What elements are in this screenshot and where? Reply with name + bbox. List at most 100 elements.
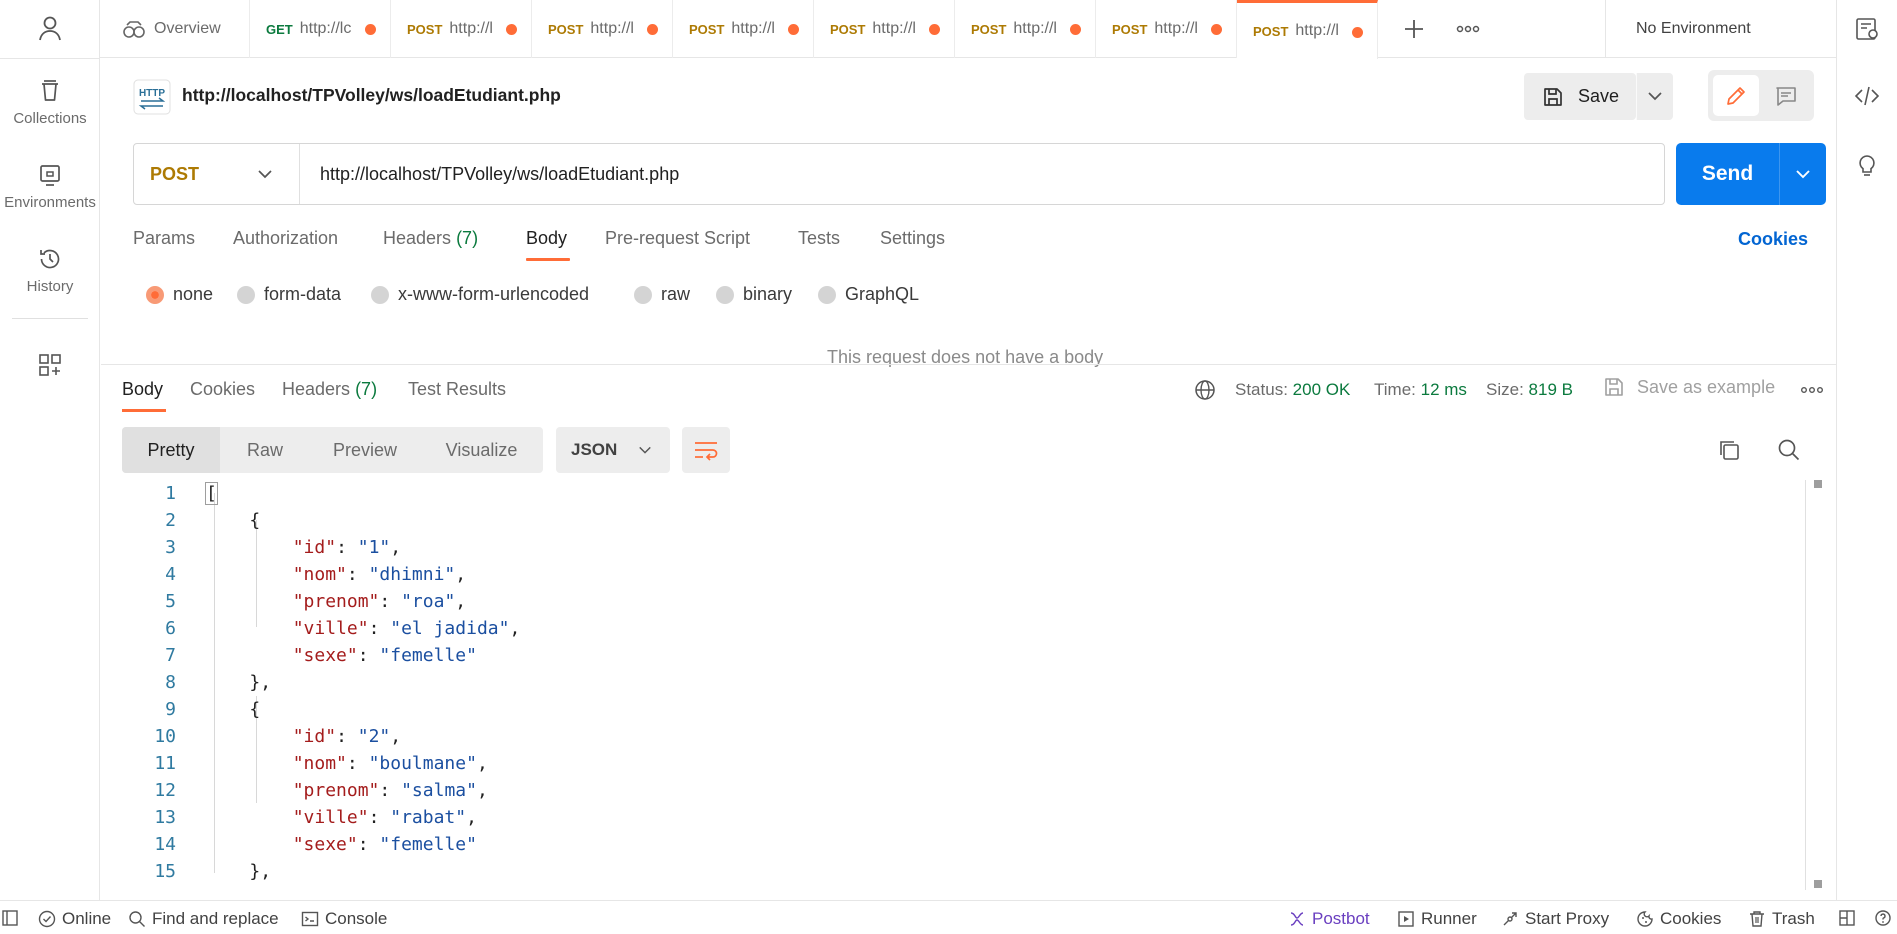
response-time[interactable]: Time: 12 ms [1374, 380, 1467, 400]
line-number: 11 [154, 753, 176, 774]
tab-request[interactable]: POST http://l [391, 0, 532, 58]
configure-workbench-icon [37, 352, 63, 378]
cookies-link[interactable]: Cookies [1738, 229, 1808, 250]
tab-request[interactable]: POST http://l [1096, 0, 1237, 58]
new-tab-plus-icon[interactable] [1400, 15, 1428, 43]
tab-overview[interactable]: Overview [100, 0, 250, 58]
save-as-example-button[interactable]: Save as example [1603, 376, 1775, 398]
toggle-sidebar-icon[interactable] [2, 909, 24, 927]
scrollbar-up-marker[interactable] [1814, 480, 1822, 488]
code-line: 4 "nom": "dhimni", [122, 561, 466, 588]
environment-quick-look-icon[interactable] [1854, 16, 1880, 42]
status-label: Status: [1235, 380, 1288, 399]
globe-icon[interactable] [1194, 379, 1216, 401]
tab-request[interactable]: POST http://l [955, 0, 1096, 58]
cookies-button[interactable]: Cookies [1636, 909, 1721, 929]
radio-none[interactable]: none [146, 284, 213, 305]
start-proxy-button[interactable]: Start Proxy [1501, 909, 1609, 929]
user-icon[interactable] [36, 14, 64, 42]
tab-pre-request-script[interactable]: Pre-request Script [605, 228, 750, 249]
comment-icon [1776, 87, 1796, 106]
wrap-lines-button[interactable] [682, 427, 730, 473]
comments-mode-button[interactable] [1763, 75, 1809, 116]
response-tab-body[interactable]: Body [122, 379, 163, 400]
request-title[interactable]: http://localhost/TPVolley/ws/loadEtudian… [182, 85, 561, 106]
scrollbar-down-marker[interactable] [1814, 880, 1822, 888]
tab-request[interactable]: POST http://l [673, 0, 814, 58]
sidebar-item-collections[interactable]: Collections [0, 78, 100, 127]
radio-raw[interactable]: raw [634, 284, 690, 305]
tab-request[interactable]: GET http://lc [250, 0, 391, 58]
unsaved-dot-icon [1070, 24, 1081, 35]
method-select[interactable]: POST [134, 144, 300, 204]
two-pane-view-icon[interactable] [1838, 909, 1862, 927]
tab-request[interactable]: POST http://l [814, 0, 955, 58]
response-tab-headers[interactable]: Headers (7) [282, 379, 377, 400]
language-select[interactable]: JSON [556, 427, 670, 473]
response-status[interactable]: Status: 200 OK [1235, 380, 1350, 400]
find-and-replace[interactable]: Find and replace [128, 909, 279, 929]
tab-params[interactable]: Params [133, 228, 195, 249]
save-button[interactable]: Save [1524, 73, 1636, 120]
more-options-icon[interactable] [1801, 386, 1823, 394]
right-rail [1836, 0, 1897, 900]
help-icon[interactable] [1874, 909, 1897, 927]
trash-button[interactable]: Trash [1748, 909, 1815, 929]
response-size[interactable]: Size: 819 B [1486, 380, 1573, 400]
pane-splitter[interactable] [101, 364, 1836, 365]
tab-request[interactable]: POST http://l [532, 0, 673, 58]
runner-button[interactable]: Runner [1397, 909, 1477, 929]
format-visualize[interactable]: Visualize [420, 427, 543, 473]
response-tab-headers-label: Headers [282, 379, 351, 399]
radio-unselected-icon [818, 285, 836, 304]
json-key: "nom" [292, 753, 347, 774]
send-dropdown-button[interactable] [1779, 143, 1826, 205]
status-value: 200 OK [1292, 380, 1351, 399]
format-pretty[interactable]: Pretty [122, 427, 220, 473]
radio-binary[interactable]: binary [716, 284, 792, 305]
line-number: 9 [165, 699, 176, 720]
line-number: 13 [154, 807, 176, 828]
edit-mode-button[interactable] [1713, 75, 1759, 116]
response-tab-test-results[interactable]: Test Results [408, 379, 506, 400]
chevron-down-icon [258, 170, 272, 179]
save-dropdown-button[interactable] [1636, 73, 1673, 120]
response-tab-cookies[interactable]: Cookies [190, 379, 255, 400]
radio-form-data[interactable]: form-data [237, 284, 341, 305]
radio-x-www-form-urlencoded[interactable]: x-www-form-urlencoded [371, 284, 589, 305]
chevron-down-icon [639, 446, 651, 454]
radio-label: form-data [264, 284, 342, 304]
more-tabs-icon[interactable] [1454, 15, 1482, 43]
tab-tests[interactable]: Tests [798, 228, 840, 249]
tab-settings[interactable]: Settings [880, 228, 945, 249]
postbot-button[interactable]: Postbot [1288, 909, 1370, 929]
url-input[interactable] [320, 144, 1640, 204]
active-tab-indicator [122, 409, 166, 412]
tab-body[interactable]: Body [526, 228, 567, 249]
tab-headers[interactable]: Headers (7) [383, 228, 478, 249]
line-number: 7 [165, 645, 176, 666]
radio-graphql[interactable]: GraphQL [818, 284, 919, 305]
vertical-scrollbar[interactable] [1805, 480, 1806, 890]
json-value: "1" [357, 537, 391, 558]
http-request-icon: HTTP [133, 79, 171, 115]
code-line: 1[ [122, 480, 218, 507]
online-status[interactable]: Online [38, 909, 111, 929]
console-button[interactable]: Console [301, 909, 387, 929]
search-icon[interactable] [1777, 438, 1801, 462]
radio-unselected-icon [237, 285, 255, 304]
tab-method: POST [830, 21, 866, 37]
lightbulb-icon[interactable] [1854, 153, 1880, 179]
code-icon[interactable] [1854, 83, 1880, 109]
copy-icon[interactable] [1717, 438, 1741, 462]
sidebar-item-add-workbench[interactable] [0, 352, 100, 384]
format-preview[interactable]: Preview [310, 427, 420, 473]
tab-request-active[interactable]: POST http://l [1237, 0, 1378, 59]
send-button[interactable]: Send [1676, 143, 1779, 205]
tab-authorization[interactable]: Authorization [233, 228, 338, 249]
sidebar-item-history[interactable]: History [0, 246, 100, 295]
language-value: JSON [571, 440, 618, 459]
sidebar-item-environments[interactable]: Environments [0, 162, 100, 211]
format-raw[interactable]: Raw [220, 427, 310, 473]
response-body-viewer[interactable]: 1[ 2 { 3 "id": "1", 4 "nom": "dhimni", 5… [122, 480, 1812, 895]
